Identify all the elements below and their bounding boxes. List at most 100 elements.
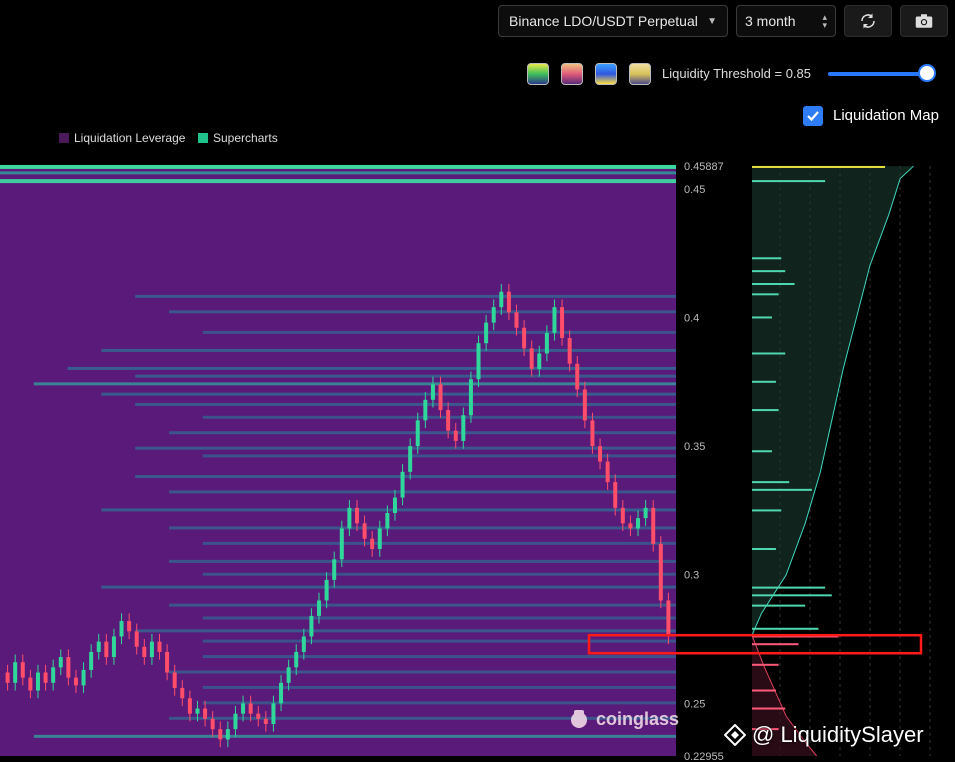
y-axis-tick-label: 0.4 <box>684 312 699 324</box>
credit-text: @ LiquiditySlayer <box>752 722 924 747</box>
price-candle <box>58 657 63 668</box>
price-candle <box>537 353 542 369</box>
liquidation-map-bar <box>752 283 795 286</box>
price-candle <box>605 461 610 483</box>
heatmap-band <box>202 685 677 689</box>
y-axis-tick-label: 0.22955 <box>684 751 724 762</box>
heatmap-band <box>67 366 677 370</box>
price-candle <box>96 641 101 652</box>
price-candle <box>620 507 625 524</box>
heatmap-band <box>135 294 676 298</box>
heatmap-band <box>101 508 676 512</box>
price-candle <box>195 708 200 714</box>
price-candle <box>73 677 78 686</box>
price-candle <box>263 718 268 724</box>
liquidation-map-bar <box>752 316 772 319</box>
price-candle <box>636 518 641 529</box>
heatmap-band <box>101 392 676 396</box>
price-candle <box>271 703 276 724</box>
price-candle <box>286 667 291 683</box>
price-candle <box>309 615 314 637</box>
liquidation-map-bar <box>752 594 832 597</box>
price-candle <box>522 327 527 349</box>
price-candle <box>370 538 375 550</box>
price-candle <box>377 528 382 550</box>
liquidation-map-bar <box>752 604 806 607</box>
price-candle <box>28 677 33 691</box>
liquidation-map-bar <box>752 270 786 273</box>
price-candle <box>324 579 329 601</box>
liquidation-map-bar <box>752 180 826 183</box>
price-candle <box>392 497 397 513</box>
price-candle <box>544 332 549 354</box>
price-candle <box>89 651 94 670</box>
price-candle <box>499 291 504 308</box>
heatmap-band <box>33 382 677 386</box>
heatmap-band <box>202 415 677 419</box>
price-candle <box>142 646 147 658</box>
liquidation-map-bar <box>752 586 826 589</box>
price-candle <box>491 307 496 323</box>
price-candle <box>598 446 603 462</box>
y-axis-tick-label: 0.3 <box>684 570 699 582</box>
price-candle <box>643 507 648 519</box>
binance-square-icon <box>724 724 746 746</box>
liquidation-map-bar <box>752 481 790 484</box>
price-candle <box>468 379 473 416</box>
heatmap-band <box>135 446 676 450</box>
price-candle <box>180 687 185 699</box>
price-candle <box>241 703 246 714</box>
heatmap-band <box>135 402 676 406</box>
liquidation-map-bar <box>752 627 819 630</box>
coinglass-watermark: coinglass <box>568 708 679 730</box>
liquidation-map-bar <box>752 488 812 491</box>
price-candle <box>301 636 306 652</box>
heatmap-band <box>135 474 676 478</box>
price-candle <box>658 543 663 601</box>
y-axis-tick-label: 0.45887 <box>684 161 724 173</box>
liquidation-map-bar <box>752 707 786 710</box>
price-candle <box>203 708 208 719</box>
price-candle <box>339 528 344 560</box>
price-candle <box>567 338 572 364</box>
liquidation-map-bar <box>752 352 786 355</box>
heatmap-band <box>169 431 676 435</box>
price-candle <box>248 703 253 714</box>
heatmap-band <box>169 559 676 563</box>
price-candle <box>127 621 132 632</box>
price-candle <box>575 363 580 390</box>
heatmap-band <box>0 164 676 169</box>
price-candle <box>552 307 557 333</box>
price-candle <box>233 713 238 730</box>
price-candle <box>279 682 284 704</box>
liquidation-heatmap-chart: 0.45887 0.45 0.4 0.35 0.3 0.25 0.22955 <box>0 161 942 762</box>
price-candle <box>35 672 40 691</box>
price-candle <box>408 446 413 472</box>
heatmap-band <box>202 655 677 659</box>
price-candle <box>400 471 405 498</box>
price-candle <box>484 322 489 344</box>
heatmap-band <box>169 310 676 314</box>
price-candle <box>20 662 25 678</box>
price-candle <box>446 410 451 431</box>
price-candle <box>51 667 56 683</box>
price-candle <box>362 523 367 539</box>
price-candle <box>256 713 261 719</box>
price-candle <box>210 718 215 730</box>
heatmap-band <box>169 490 676 494</box>
heatmap-band <box>202 541 677 545</box>
liquidation-map-bar <box>752 689 776 692</box>
price-candle <box>628 523 633 529</box>
heatmap-band <box>169 526 676 530</box>
liquidation-map-bar <box>752 257 782 260</box>
price-candle <box>461 415 466 441</box>
heatmap-band <box>202 454 677 458</box>
price-candle <box>453 430 458 441</box>
price-candle <box>225 729 230 740</box>
y-axis-tick-label: 0.35 <box>684 441 705 453</box>
price-candle <box>582 389 587 421</box>
price-candle <box>651 507 656 544</box>
liquidation-map-bar <box>752 165 885 168</box>
liquidation-map-bar <box>752 450 772 453</box>
price-candle <box>187 698 192 714</box>
